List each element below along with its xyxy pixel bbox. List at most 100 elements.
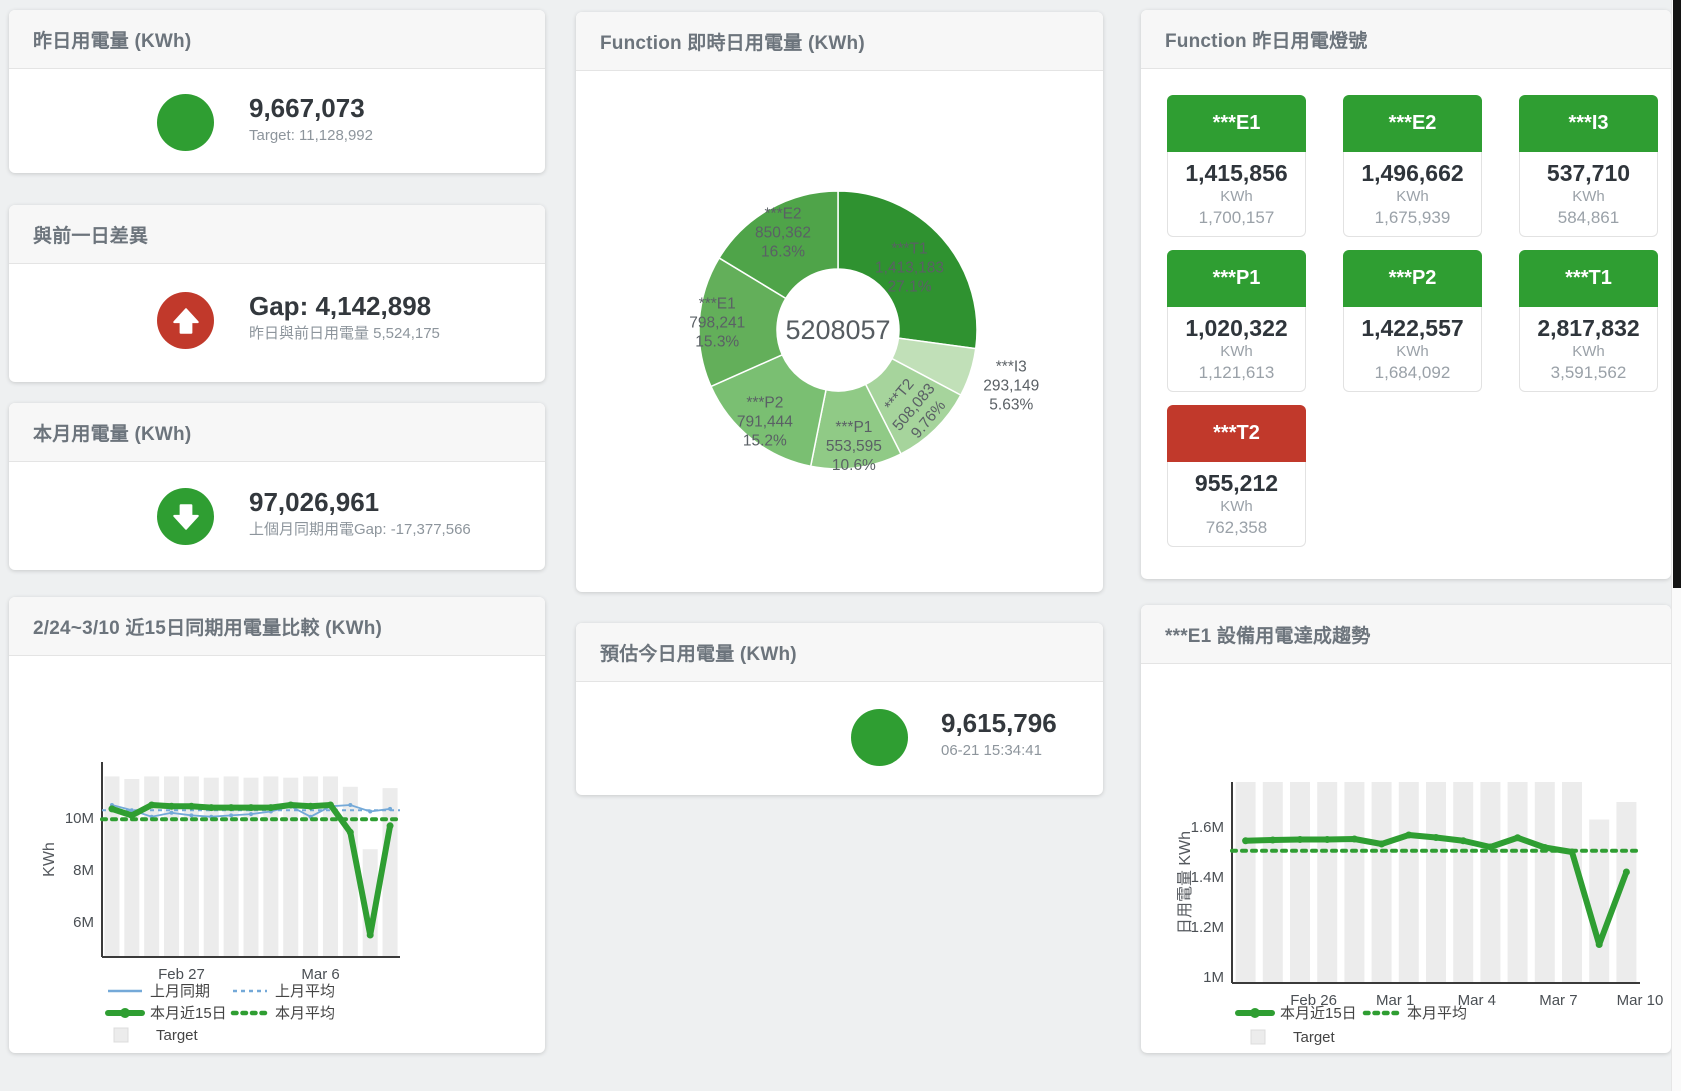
svg-text:15.2%: 15.2% — [743, 432, 787, 449]
device-tile-body: 1,020,322KWh1,121,613 — [1167, 307, 1306, 392]
card-day-gap: 與前一日差異 Gap: 4,142,898 昨日與前日用電量 5,524,175 — [9, 205, 545, 382]
svg-text:***P1: ***P1 — [835, 419, 872, 436]
target-bar — [1508, 782, 1528, 983]
device-tile-P1: ***P11,020,322KWh1,121,613 — [1167, 250, 1306, 392]
card-trend-title: ***E1 設備用電達成趨勢 — [1165, 621, 1371, 648]
device-tile-value: 2,817,832 — [1537, 315, 1639, 342]
target-bar — [224, 776, 239, 957]
status-circle-green-icon — [157, 94, 214, 151]
card-yesterday-usage: 昨日用電量 (KWh) 9,667,073 Target: 11,128,992 — [9, 10, 545, 173]
device-tile-target: 1,700,157 — [1199, 207, 1275, 229]
device-tile-E1: ***E11,415,856KWh1,700,157 — [1167, 95, 1306, 237]
device-tile-value: 955,212 — [1195, 470, 1278, 497]
card-estimate-today: 預估今日用電量 (KWh) 9,615,796 06-21 15:34:41 — [576, 623, 1103, 795]
legend-item[interactable]: 上月同期 — [108, 983, 210, 1000]
svg-text:10M: 10M — [65, 810, 94, 827]
device-tile-body: 537,710KWh584,861 — [1519, 152, 1658, 237]
target-bar — [1480, 782, 1500, 983]
device-tile-target: 1,684,092 — [1375, 362, 1451, 384]
card-lights-title: Function 昨日用電燈號 — [1165, 26, 1367, 53]
svg-text:1M: 1M — [1203, 969, 1224, 986]
svg-text:日用電量 KWh: 日用電量 KWh — [1177, 831, 1194, 934]
target-bar — [383, 788, 398, 957]
svg-text:1.6M: 1.6M — [1191, 819, 1224, 836]
target-bar — [263, 776, 278, 957]
day-gap-value: Gap: 4,142,898 — [249, 291, 440, 321]
svg-text:791,444: 791,444 — [737, 413, 793, 430]
legend-item[interactable]: 本月近15日 — [1238, 1005, 1357, 1022]
donut-slice-label: ***I3293,1495.63% — [983, 359, 1039, 414]
device-tile-unit: KWh — [1220, 497, 1253, 517]
device-tile-T2: ***T2955,212KWh762,358 — [1167, 405, 1306, 547]
device-light-tiles: ***E11,415,856KWh1,700,157 ***E21,496,662… — [1167, 95, 1658, 547]
target-bar — [1372, 782, 1392, 983]
card-trend-header: ***E1 設備用電達成趨勢 — [1141, 605, 1671, 664]
device-tile-value: 1,020,322 — [1185, 315, 1287, 342]
svg-text:Mar 10: Mar 10 — [1617, 992, 1664, 1009]
device-tile-target: 3,591,562 — [1551, 362, 1627, 384]
svg-text:Mar 7: Mar 7 — [1539, 992, 1577, 1009]
legend-item[interactable]: 本月平均 — [233, 1005, 335, 1022]
card-compare-title: 2/24~3/10 近15日同期用電量比較 (KWh) — [33, 613, 382, 640]
target-bar — [1589, 820, 1609, 984]
device-tile-status-header: ***T1 — [1519, 250, 1658, 307]
card-donut-title: Function 即時日用電量 (KWh) — [600, 28, 865, 55]
device-tile-status-header: ***E1 — [1167, 95, 1306, 152]
device-tile-body: 2,817,832KWh3,591,562 — [1519, 307, 1658, 392]
device-tile-body: 1,415,856KWh1,700,157 — [1167, 152, 1306, 237]
svg-text:553,595: 553,595 — [826, 438, 882, 455]
page-scrollbar-thumb[interactable] — [1673, 0, 1681, 588]
yesterday-usage-value: 9,667,073 — [249, 93, 373, 123]
yesterday-usage-target: Target: 11,128,992 — [249, 125, 373, 147]
svg-text:1.4M: 1.4M — [1191, 869, 1224, 886]
target-bar — [1263, 782, 1283, 983]
svg-text:5.63%: 5.63% — [989, 397, 1033, 414]
device-tile-unit: KWh — [1396, 342, 1429, 362]
device-tile-unit: KWh — [1396, 187, 1429, 207]
target-bar — [124, 779, 139, 957]
device-tile-P2: ***P21,422,557KWh1,684,092 — [1343, 250, 1482, 392]
card-month-title: 本月用電量 (KWh) — [33, 419, 191, 446]
svg-text:***E1: ***E1 — [699, 295, 736, 312]
svg-text:15.3%: 15.3% — [695, 333, 739, 350]
device-tile-target: 1,675,939 — [1375, 207, 1451, 229]
card-month-header: 本月用電量 (KWh) — [9, 403, 545, 462]
svg-text:本月平均: 本月平均 — [1407, 1005, 1467, 1022]
device-tile-unit: KWh — [1572, 342, 1605, 362]
card-month-usage: 本月用電量 (KWh) 97,026,961 上個月同期用電Gap: -17,3… — [9, 403, 545, 570]
month-usage-gap: 上個月同期用電Gap: -17,377,566 — [249, 519, 471, 541]
target-bar — [1290, 782, 1310, 983]
e1-trend-chart: 1M1.2M1.4M1.6MFeb 26Mar 1Mar 4Mar 7Mar 1… — [1141, 665, 1671, 1053]
svg-text:Mar 6: Mar 6 — [301, 966, 339, 983]
card-estimate-title: 預估今日用電量 (KWh) — [600, 639, 797, 666]
svg-text:***I3: ***I3 — [996, 359, 1027, 376]
svg-text:6M: 6M — [73, 914, 94, 931]
day-gap-sub: 昨日與前日用電量 5,524,175 — [249, 323, 440, 345]
device-tile-target: 584,861 — [1558, 207, 1619, 229]
device-tile-E2: ***E21,496,662KWh1,675,939 — [1343, 95, 1482, 237]
device-tile-body: 955,212KWh762,358 — [1167, 462, 1306, 547]
device-tile-body: 1,496,662KWh1,675,939 — [1343, 152, 1482, 237]
card-estimate-header: 預估今日用電量 (KWh) — [576, 623, 1103, 682]
svg-text:Feb 27: Feb 27 — [158, 966, 205, 983]
card-compare-header: 2/24~3/10 近15日同期用電量比較 (KWh) — [9, 597, 545, 656]
card-donut-header: Function 即時日用電量 (KWh) — [576, 12, 1103, 71]
card-yesterday-title: 昨日用電量 (KWh) — [33, 26, 191, 53]
device-tile-unit: KWh — [1220, 342, 1253, 362]
legend-item[interactable]: Target — [114, 1027, 199, 1044]
svg-text:850,362: 850,362 — [755, 224, 811, 241]
svg-text:1,413,183: 1,413,183 — [875, 259, 944, 276]
device-tile-unit: KWh — [1572, 187, 1605, 207]
status-circle-green-icon — [851, 709, 908, 766]
legend-item[interactable]: Target — [1251, 1029, 1336, 1046]
legend-item[interactable]: 本月近15日 — [108, 1005, 227, 1022]
legend-item[interactable]: 上月平均 — [233, 983, 335, 1000]
device-tile-unit: KWh — [1220, 187, 1253, 207]
svg-text:本月近15日: 本月近15日 — [150, 1005, 227, 1022]
realtime-usage-donut-chart: ***T11,413,18327.1%***I3293,1495.63%***T… — [576, 69, 1103, 590]
svg-text:***E2: ***E2 — [765, 205, 802, 222]
estimate-today-value: 9,615,796 — [941, 708, 1057, 738]
device-tile-I3: ***I3537,710KWh584,861 — [1519, 95, 1658, 237]
arrow-down-circle-icon — [157, 488, 214, 545]
page-scrollbar-track[interactable] — [1671, 0, 1681, 1091]
